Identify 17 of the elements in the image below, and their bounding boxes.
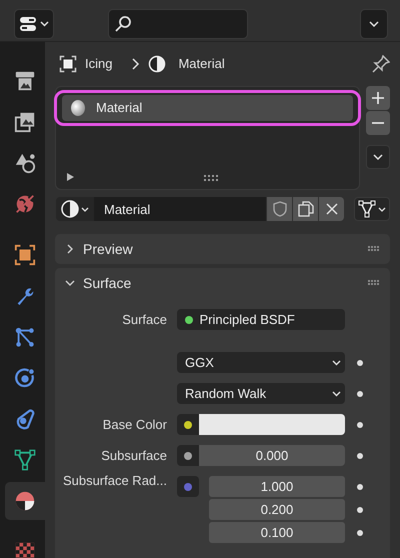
- panel-header[interactable]: Surface: [55, 268, 390, 298]
- number-field[interactable]: 1.000: [209, 476, 345, 497]
- breadcrumb-item: Icing: [85, 55, 112, 74]
- dropdown-field[interactable]: GGX: [177, 352, 345, 373]
- property-label: Subsurface Rad...: [62, 473, 167, 488]
- material-slot[interactable]: Material: [62, 95, 352, 121]
- number-field[interactable]: 0.200: [209, 499, 345, 520]
- breadcrumb-item: Material: [178, 55, 225, 74]
- number-field[interactable]: 0.000: [199, 445, 345, 466]
- dropdown-field[interactable]: Random Walk: [177, 383, 345, 404]
- property-label: Base Color: [102, 416, 167, 432]
- shader-selector[interactable]: Principled BSDF: [177, 309, 345, 330]
- property-label: Surface: [122, 312, 167, 327]
- property-label: Subsurface: [101, 448, 167, 463]
- panel-header[interactable]: Preview: [55, 234, 390, 264]
- number-field[interactable]: 0.100: [209, 522, 345, 543]
- material-name-field[interactable]: Material: [94, 197, 266, 221]
